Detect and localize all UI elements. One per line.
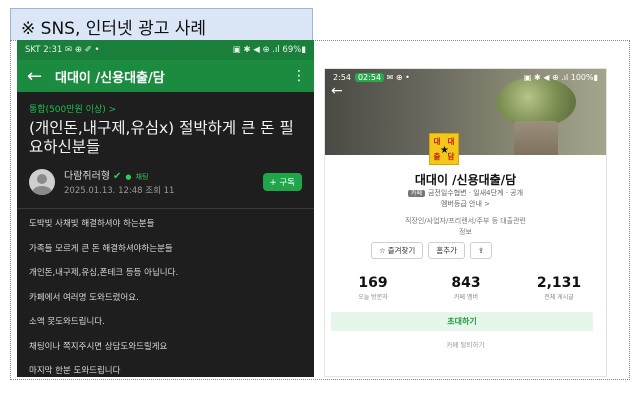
subscribe-button[interactable]: + 구독: [262, 172, 302, 191]
invite-button[interactable]: 초대하기: [331, 312, 593, 331]
status-bar-left: 2:54 02:54 ✉ ⊕ •: [333, 72, 410, 82]
stat-members: 843 카페 멤버: [426, 275, 506, 301]
post-title: (개인돈,내구제,유심x) 절박하게 큰 돈 필요하신분들: [29, 119, 294, 156]
body-line: 소액 못도와드립니다.: [29, 317, 105, 327]
body-line: 가족들 모르게 큰 돈 해결하셔야하는분들: [29, 243, 173, 254]
status-time: 2:54: [333, 72, 351, 82]
stat-visitors: 169 오늘 방문자: [333, 275, 413, 301]
status-bar-left: SKT 2:31 ✉ ⊕ ✐ •: [25, 45, 100, 55]
body-line: 채팅이나 쪽지주시면 상담도와드릴게요: [29, 341, 168, 352]
body-line: 마지막 한분 도와드립니다: [29, 366, 121, 376]
stat-label: 카페 멤버: [454, 294, 478, 301]
favorite-button[interactable]: ☆ 즐겨찾기: [371, 242, 424, 259]
status-bar: 2:54 02:54 ✉ ⊕ • ▣ ✱ ◀ ⊕ .ıl 100%▮: [325, 69, 606, 85]
stat-number: 843: [451, 275, 481, 291]
board-link[interactable]: 통합(500만원 이상) >: [17, 92, 314, 115]
back-arrow-icon[interactable]: ←: [27, 66, 55, 87]
status-bar: SKT 2:31 ✉ ⊕ ✐ • ▣ ✱ ◀ ⊕ .ıl 69%▮: [17, 40, 314, 60]
author-info: 다람쥐러형 ✔ ● 채팅 2025.01.13. 12:48 조회 11: [64, 167, 263, 196]
cafe-tag: 카페: [407, 190, 425, 197]
post-meta: 2025.01.13. 12:48 조회 11: [64, 186, 175, 196]
stat-posts: 2,131 전체 게시글: [519, 275, 599, 301]
stat-label: 오늘 방문자: [358, 294, 388, 301]
cafe-desc-line: 정보: [459, 228, 472, 236]
favorite-label: 즐겨찾기: [387, 246, 416, 255]
caption-title: ※ SNS, 인터넷 광고 사례: [10, 8, 313, 40]
author-name[interactable]: 다람쥐러형: [64, 171, 110, 182]
chat-label[interactable]: 채팅: [136, 173, 149, 181]
app-title: 대대이 /신용대출/담: [55, 70, 165, 86]
member-grade-link[interactable]: 멤버등급 안내 >: [325, 199, 606, 209]
add-home-button[interactable]: 홈추가: [428, 242, 466, 259]
share-icon[interactable]: ⇪: [470, 242, 493, 259]
cafe-logo: 대 대 출 담 ★: [429, 133, 459, 165]
stat-number: 169: [358, 275, 388, 291]
app-bar: ← 대대이 /신용대출/담 ⋮: [17, 60, 314, 92]
stat-number: 2,131: [536, 275, 582, 291]
post-body: 도박빚 사채빚 해결하셔야 하는분들 가족들 모르게 큰 돈 해결하셔야하는분들…: [17, 209, 314, 377]
left-phone-screenshot: SKT 2:31 ✉ ⊕ ✐ • ▣ ✱ ◀ ⊕ .ıl 69%▮ ← 대대이 …: [17, 40, 314, 377]
cafe-desc-line: 직장인/사업자/프리랜서/주부 등 대출관련: [404, 217, 526, 225]
status-bar-right: ▣ ✱ ◀ ⊕ .ıl 100%▮: [523, 72, 598, 82]
check-icon: ✔: [113, 171, 122, 182]
star-outline-icon: ☆: [379, 246, 386, 255]
cafe-info-text: 금전일수협변 · 일새4단계 · 공개: [427, 189, 524, 197]
author-name-line: 다람쥐러형 ✔ ● 채팅: [64, 167, 263, 182]
cafe-name: 대대이 /신용대출/담: [414, 173, 517, 187]
avatar[interactable]: [29, 168, 55, 195]
more-vert-icon[interactable]: ⋮: [292, 68, 306, 84]
cafe-stats: 169 오늘 방문자 843 카페 멤버 2,131 전체 게시글: [333, 275, 599, 301]
body-line: 개인돈,내구제,유심,폰테크 등등 아닙니다.: [29, 268, 179, 278]
stat-label: 전체 게시글: [544, 294, 574, 301]
body-line: 카페에서 여러명 도와드렸어요.: [29, 292, 139, 303]
chat-icon[interactable]: ●: [125, 173, 131, 181]
call-indicator: 02:54: [354, 72, 385, 82]
pot-image: [514, 121, 558, 155]
cafe-cover-image: 2:54 02:54 ✉ ⊕ • ▣ ✱ ◀ ⊕ .ıl 100%▮ ←: [325, 69, 606, 155]
status-bar-right: ▣ ✱ ◀ ⊕ .ıl 69%▮: [232, 45, 306, 55]
leave-cafe-link[interactable]: 카페 탈퇴하기: [325, 339, 606, 349]
cafe-action-buttons: ☆ 즐겨찾기 홈추가 ⇪: [371, 242, 493, 259]
back-arrow-icon[interactable]: ←: [331, 83, 343, 99]
author-row: 다람쥐러형 ✔ ● 채팅 2025.01.13. 12:48 조회 11 + 구독: [17, 157, 314, 196]
star-icon: ★: [440, 145, 449, 156]
cafe-info: 카페 금전일수협변 · 일새4단계 · 공개: [325, 188, 606, 198]
cafe-description: 직장인/사업자/프리랜서/주부 등 대출관련 정보: [325, 216, 606, 238]
right-phone-screenshot: 2:54 02:54 ✉ ⊕ • ▣ ✱ ◀ ⊕ .ıl 100%▮ ← 대 대 …: [324, 68, 607, 377]
body-line: 도박빚 사채빚 해결하셔야 하는분들: [29, 219, 155, 229]
status-extra: ✉ ⊕ •: [386, 72, 410, 82]
